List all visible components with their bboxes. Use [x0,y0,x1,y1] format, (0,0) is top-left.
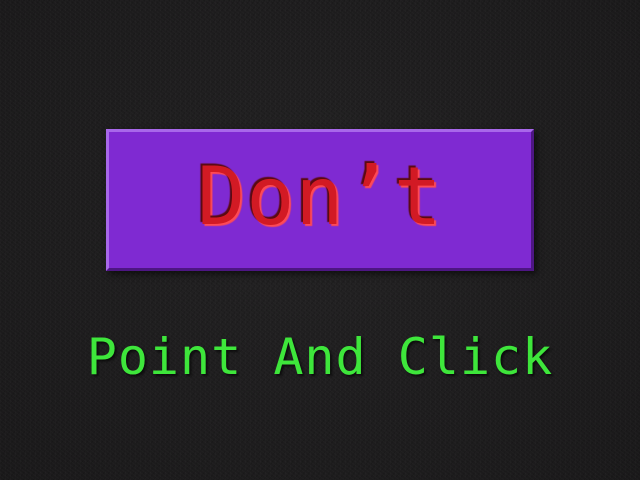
dont-button-label: Don’t [197,150,443,243]
subtitle-text: Point And Click [86,328,554,386]
game-screen: Don’t Point And Click [0,0,640,480]
dont-button[interactable]: Don’t [106,129,534,271]
